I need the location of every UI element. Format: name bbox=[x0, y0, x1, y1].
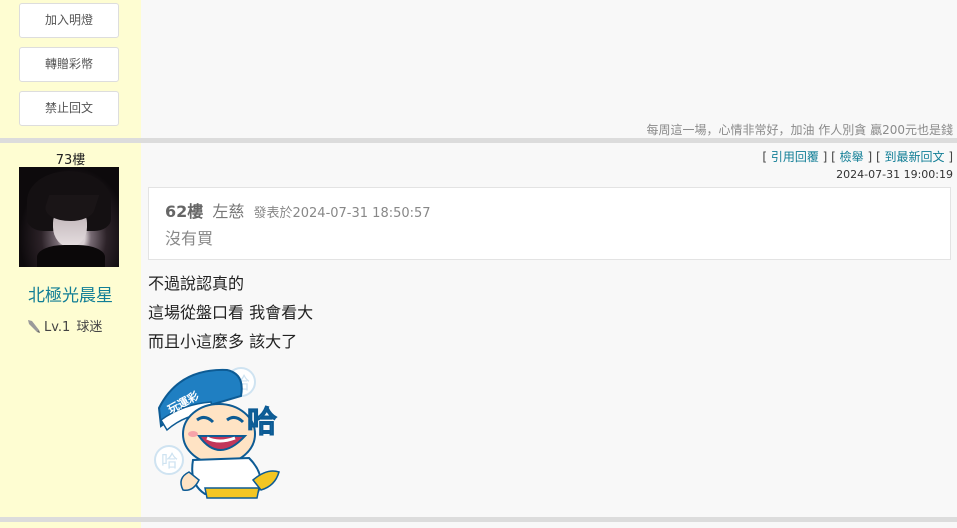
floor-number: 73樓 bbox=[55, 153, 86, 168]
sticker-big-text: 哈 bbox=[247, 405, 277, 440]
author-nickname[interactable]: 北極光晨星 bbox=[0, 281, 141, 306]
post-main: [ 引用回覆 ] [ 檢舉 ] [ 到最新回文 ] 2024-07-31 19:… bbox=[141, 143, 957, 517]
quote-header: 62樓 左慈 發表於2024-07-31 18:50:57 bbox=[165, 198, 431, 222]
post-divider bbox=[0, 517, 957, 522]
level-title: 球迷 bbox=[76, 320, 103, 335]
level-text: Lv.1 bbox=[44, 320, 71, 335]
gift-coin-button[interactable]: 轉贈彩幣 bbox=[19, 47, 119, 82]
add-light-button[interactable]: 加入明燈 bbox=[19, 3, 119, 38]
quote-floor[interactable]: 62樓 bbox=[165, 202, 203, 221]
post-timestamp: 2024-07-31 19:00:19 bbox=[836, 168, 953, 181]
content-line: 而且小這麼多 該大了 bbox=[148, 332, 298, 351]
laughing-sticker: 哈 哈 玩運彩 哈 bbox=[154, 367, 280, 499]
sticker-small-text: 哈 bbox=[161, 452, 178, 472]
prev-post-main: 每周這一場，心情非常好，加油 作人別貪 贏200元也是錢 bbox=[141, 0, 957, 138]
post-author-sidebar: 73樓 北極光晨星 Lv.1 球迷 bbox=[0, 143, 141, 517]
next-post-sidebar bbox=[0, 522, 141, 528]
block-reply-button[interactable]: 禁止回文 bbox=[19, 91, 119, 126]
report-link[interactable]: 檢舉 bbox=[840, 150, 864, 164]
tool-bracket: ] bbox=[944, 150, 953, 164]
tool-bracket: [ bbox=[762, 150, 771, 164]
pen-icon bbox=[28, 320, 40, 333]
content-line: 不過說認真的 bbox=[148, 274, 245, 293]
post-content: 不過說認真的 這場從盤口看 我會看大 而且小這麼多 該大了 bbox=[148, 272, 313, 359]
quote-time: 發表於2024-07-31 18:50:57 bbox=[253, 206, 431, 221]
quote-author[interactable]: 左慈 bbox=[212, 202, 244, 221]
tool-bracket: ] [ bbox=[863, 150, 885, 164]
avatar[interactable] bbox=[19, 167, 119, 267]
quote-reply-link[interactable]: 引用回覆 bbox=[771, 150, 819, 164]
quoted-reply: 62樓 左慈 發表於2024-07-31 18:50:57 沒有買 bbox=[148, 187, 951, 260]
post-signature: 每周這一場，心情非常好，加油 作人別貪 贏200元也是錢 bbox=[646, 123, 953, 137]
tool-bracket: ] [ bbox=[818, 150, 840, 164]
quote-text: 沒有買 bbox=[165, 229, 214, 248]
author-level: Lv.1 球迷 bbox=[26, 316, 102, 335]
latest-reply-link[interactable]: 到最新回文 bbox=[884, 150, 944, 164]
post-tools: [ 引用回覆 ] [ 檢舉 ] [ 到最新回文 ] bbox=[762, 148, 953, 165]
prev-post-sidebar: 加入明燈 轉贈彩幣 禁止回文 bbox=[0, 0, 141, 138]
content-line: 這場從盤口看 我會看大 bbox=[148, 303, 314, 322]
